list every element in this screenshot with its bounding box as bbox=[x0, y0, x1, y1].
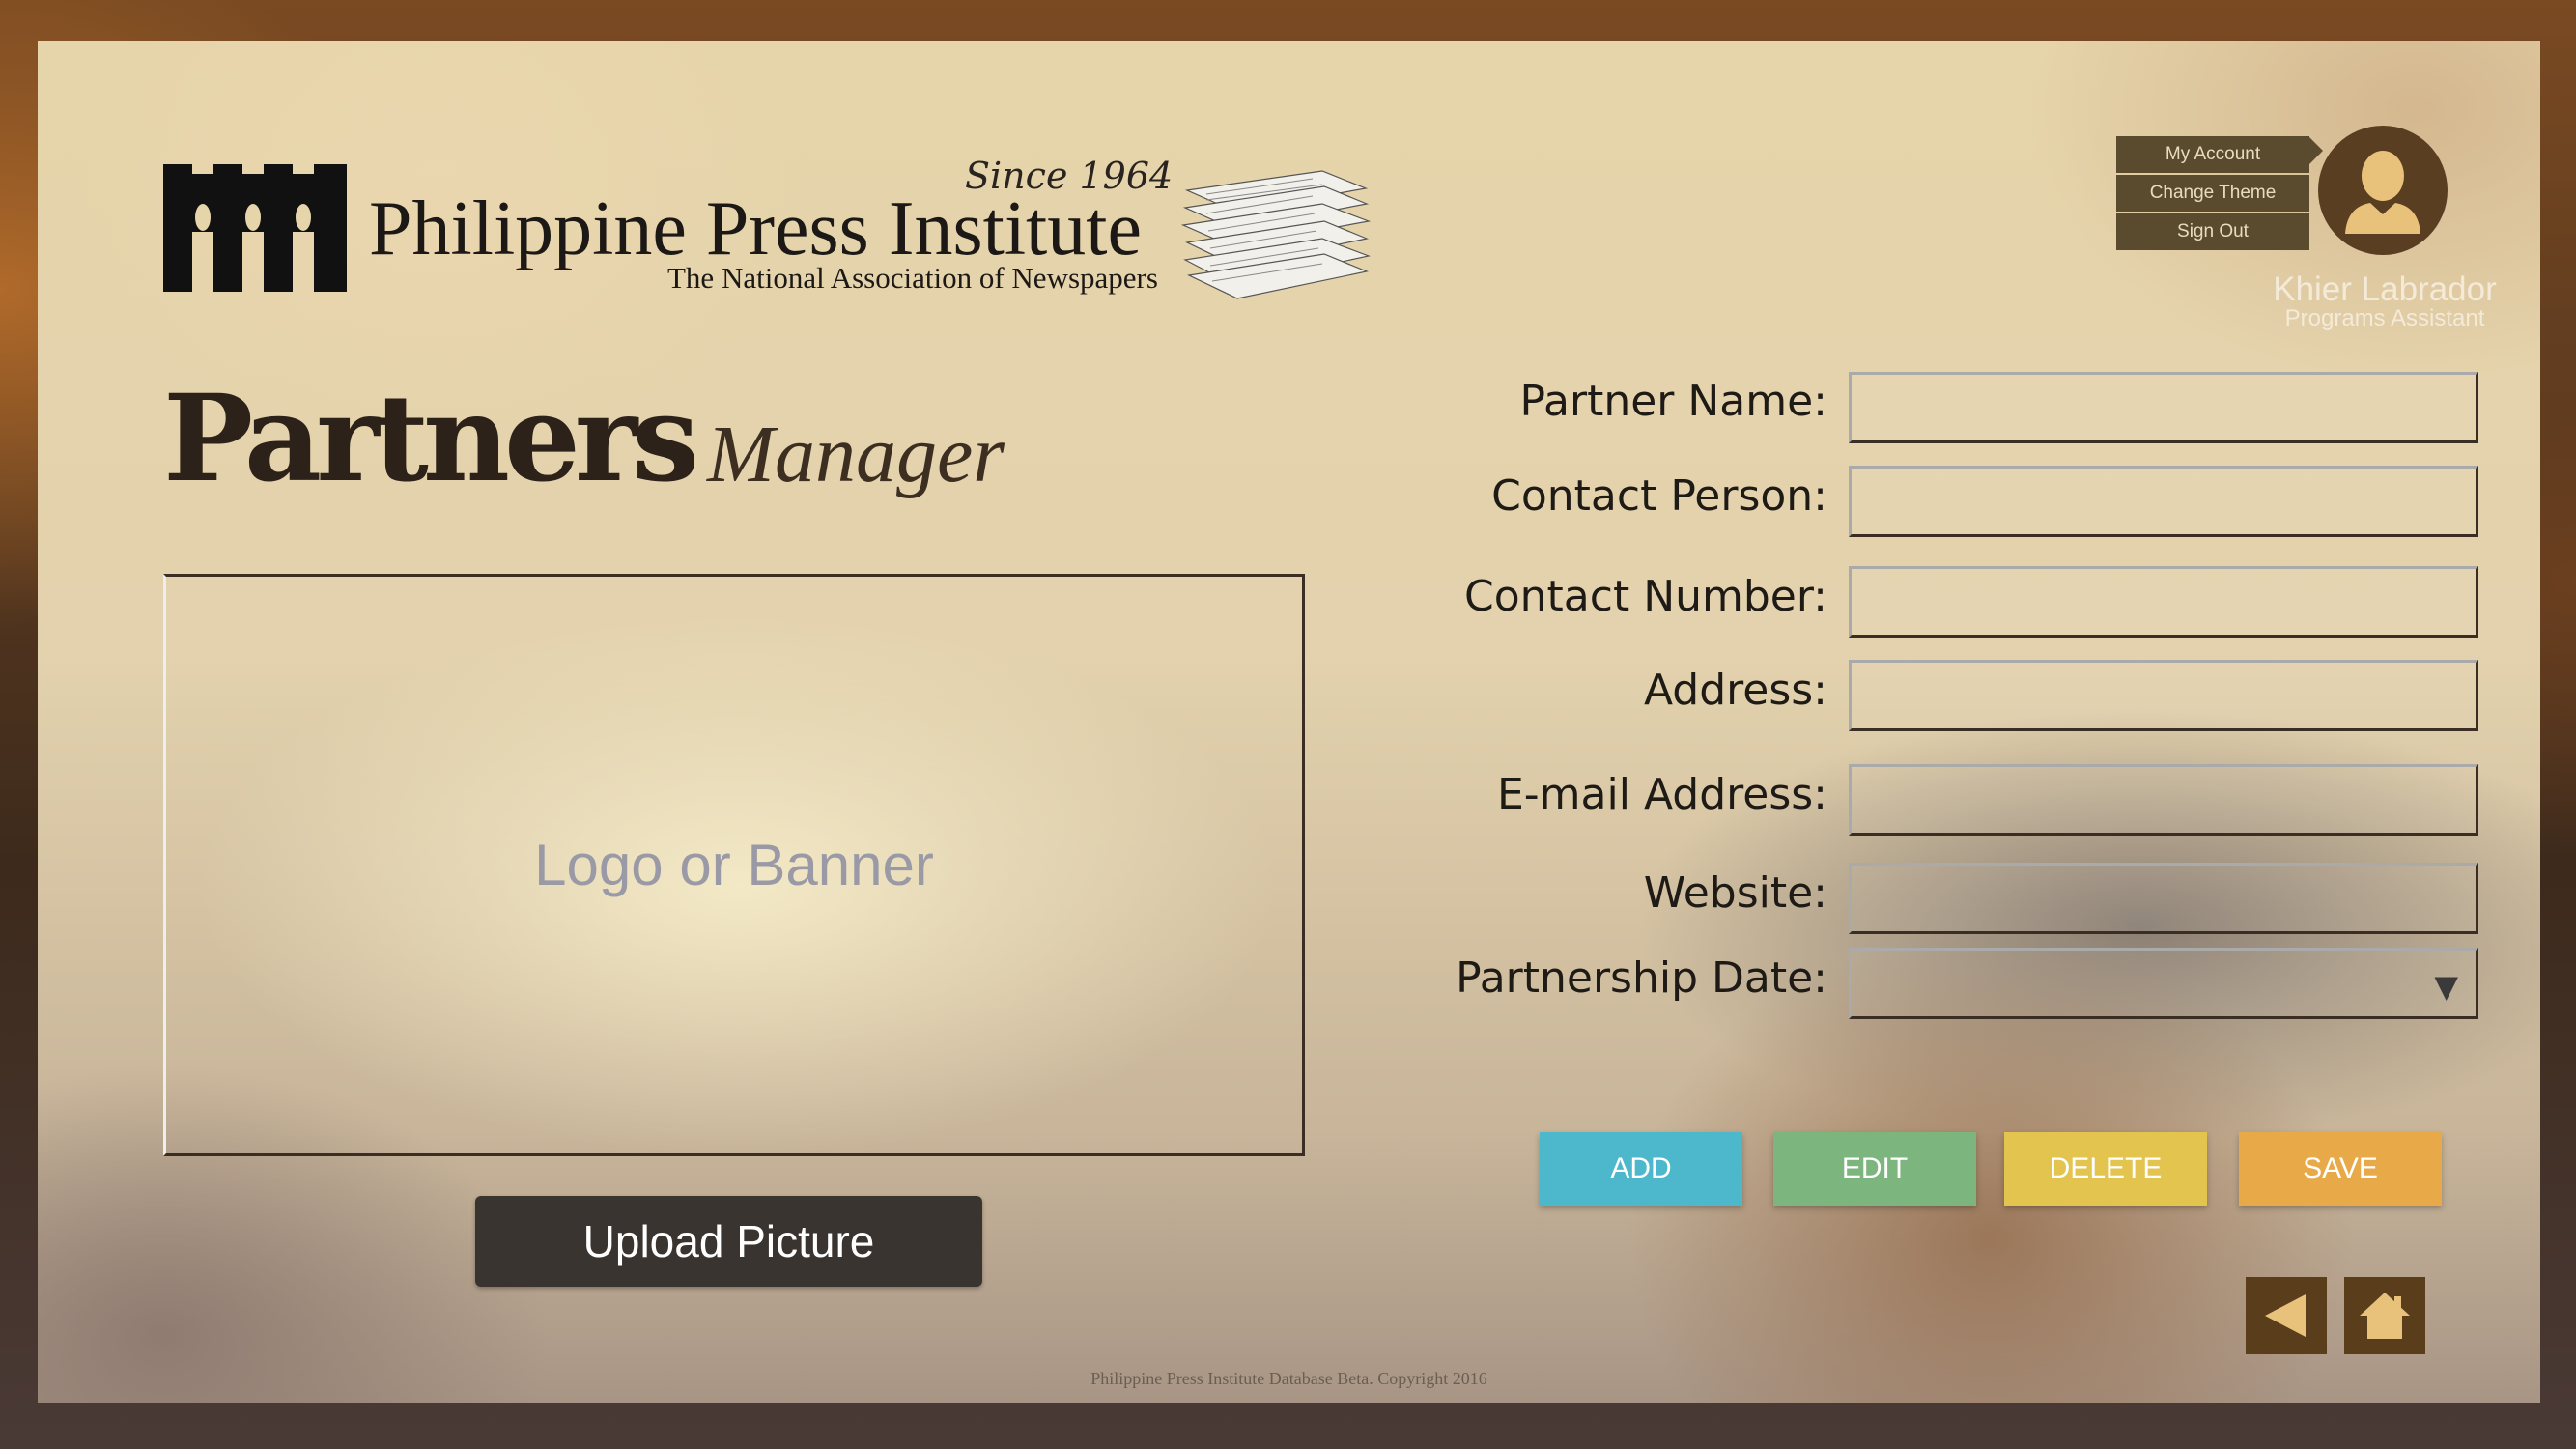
label-website: Website: bbox=[1643, 868, 1827, 918]
upload-picture-button[interactable]: Upload Picture bbox=[475, 1196, 982, 1287]
org-tagline: The National Association of Newspapers bbox=[667, 261, 1158, 295]
back-arrow-icon bbox=[2265, 1294, 2306, 1337]
menu-item-change-theme[interactable]: Change Theme bbox=[2116, 175, 2309, 212]
email-address-input[interactable] bbox=[1849, 764, 2478, 836]
dropdown-arrow-icon: ▼ bbox=[2434, 968, 2458, 1005]
menu-item-my-account[interactable]: My Account bbox=[2116, 136, 2309, 173]
partnership-date-select[interactable]: ▼ bbox=[1849, 948, 2478, 1019]
partner-name-input[interactable] bbox=[1849, 372, 2478, 443]
edit-button[interactable]: EDIT bbox=[1773, 1132, 1976, 1206]
home-icon bbox=[2360, 1293, 2410, 1339]
label-partner-name: Partner Name: bbox=[1519, 377, 1827, 426]
logo-banner-dropzone[interactable]: Logo or Banner bbox=[163, 574, 1305, 1156]
account-menu: My Account Change Theme Sign Out bbox=[2116, 136, 2309, 252]
delete-button[interactable]: DELETE bbox=[2004, 1132, 2207, 1206]
menu-pointer bbox=[2309, 137, 2323, 164]
label-contact-person: Contact Person: bbox=[1491, 471, 1827, 521]
ppi-logo bbox=[163, 164, 347, 292]
website-input[interactable] bbox=[1849, 863, 2478, 934]
home-button[interactable] bbox=[2344, 1277, 2425, 1354]
menu-item-sign-out[interactable]: Sign Out bbox=[2116, 213, 2309, 250]
contact-number-input[interactable] bbox=[1849, 566, 2478, 638]
footer-copyright: Philippine Press Institute Database Beta… bbox=[1090, 1369, 1487, 1388]
label-partnership-date: Partnership Date: bbox=[1456, 953, 1827, 1003]
page-title-bold: Partners bbox=[163, 369, 699, 509]
user-icon bbox=[2345, 151, 2420, 234]
page-title-italic: Manager bbox=[707, 410, 1005, 499]
label-contact-number: Contact Number: bbox=[1464, 572, 1827, 621]
contact-person-input[interactable] bbox=[1849, 466, 2478, 537]
back-button[interactable] bbox=[2246, 1277, 2327, 1354]
label-address: Address: bbox=[1643, 666, 1827, 715]
save-button[interactable]: SAVE bbox=[2239, 1132, 2442, 1206]
label-email-address: E-mail Address: bbox=[1497, 770, 1827, 819]
main-panel: Since 1964 Philippine Press Institute Th… bbox=[38, 41, 2540, 1403]
user-name: Khier Labrador bbox=[2273, 270, 2497, 308]
newspaper-stack-image bbox=[1180, 170, 1371, 299]
address-input[interactable] bbox=[1849, 660, 2478, 731]
user-role: Programs Assistant bbox=[2284, 305, 2485, 331]
avatar[interactable] bbox=[2318, 126, 2448, 255]
add-button[interactable]: ADD bbox=[1540, 1132, 1742, 1206]
logo-banner-placeholder: Logo or Banner bbox=[534, 833, 934, 897]
